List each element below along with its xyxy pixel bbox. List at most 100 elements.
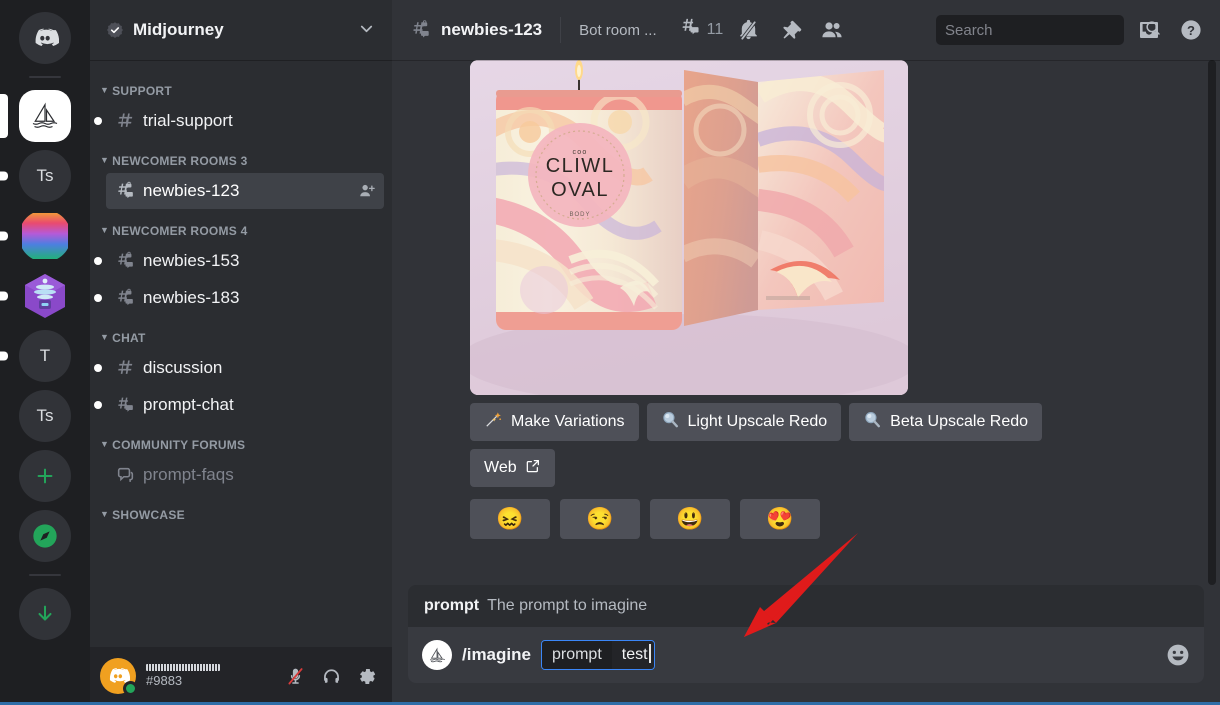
category-chat[interactable]: ▼ CHAT xyxy=(90,317,392,349)
server-rail-item-ts-1[interactable]: Ts xyxy=(0,150,90,202)
server-initials: Ts xyxy=(19,150,71,202)
reaction-emoji: 😃 xyxy=(676,506,704,531)
server-rail-item-home[interactable] xyxy=(0,12,90,64)
sidebar-channel-trial-support[interactable]: trial-support xyxy=(94,103,384,139)
reaction-emoji: 😒 xyxy=(586,506,614,531)
chevron-down-icon[interactable] xyxy=(357,19,376,41)
message-list[interactable]: coo CLIWL OVAL BODY Make Variations Ligh… xyxy=(392,60,1220,585)
command-param-value[interactable]: test xyxy=(611,641,654,669)
explore-servers-button[interactable] xyxy=(0,510,90,562)
threads-button[interactable]: 11 xyxy=(679,16,723,44)
category-newcomer-rooms-3[interactable]: ▼ NEWCOMER ROOMS 3 xyxy=(90,140,392,172)
channel-name: discussion xyxy=(143,358,223,377)
chevron-down-icon: ▼ xyxy=(100,225,110,235)
unread-dot xyxy=(94,294,102,302)
channel-topic[interactable]: Bot room ... xyxy=(579,22,657,39)
invite-member-icon[interactable] xyxy=(358,182,376,200)
param-value-text: test xyxy=(621,646,648,663)
server-rail-item-purple[interactable] xyxy=(0,270,90,322)
guild-header[interactable]: Midjourney xyxy=(90,0,392,60)
search-field[interactable] xyxy=(945,21,1144,39)
emoji-picker-button[interactable] xyxy=(1164,641,1192,669)
forum-icon xyxy=(114,464,136,486)
light-upscale-redo-button[interactable]: Light Upscale Redo xyxy=(646,403,842,441)
thread-locked-icon xyxy=(114,287,136,309)
guild-name: Midjourney xyxy=(133,20,224,39)
pin-icon[interactable] xyxy=(773,13,807,47)
category-community-forums[interactable]: ▼ COMMUNITY FORUMS xyxy=(90,424,392,456)
message-input-box[interactable]: /imagine prompt test xyxy=(408,627,1204,683)
attachment-label-line1: CLIWL xyxy=(546,155,615,177)
unread-dot xyxy=(94,401,102,409)
rail-divider xyxy=(29,76,61,78)
sidebar-channel-prompt-chat[interactable]: prompt-chat xyxy=(94,387,384,423)
sidebar-channel-newbies-153[interactable]: newbies-153 xyxy=(94,243,384,279)
reaction-heart-eyes-face[interactable]: 😍 xyxy=(740,499,820,539)
unread-indicator-pill xyxy=(0,231,8,241)
reaction-confounded-face[interactable]: 😖 xyxy=(470,499,550,539)
main-content: newbies-123 Bot room ... 11 Search ? coo… xyxy=(392,0,1220,705)
inbox-icon[interactable] xyxy=(1132,13,1166,47)
avatar[interactable] xyxy=(100,658,138,696)
topbar-channel[interactable]: newbies-123 xyxy=(410,19,542,41)
message-attachment-image[interactable]: coo CLIWL OVAL BODY xyxy=(470,60,908,395)
server-rail-item-ts-2[interactable]: Ts xyxy=(0,390,90,442)
members-icon[interactable] xyxy=(815,13,849,47)
message-reactions: 😖 😒 😃 😍 xyxy=(470,499,1204,539)
verified-badge-icon xyxy=(106,21,124,39)
sidebar-channel-newbies-183[interactable]: newbies-183 xyxy=(94,280,384,316)
composer-area: prompt The prompt to imagine /imagine pr… xyxy=(392,585,1220,705)
unread-dot xyxy=(94,117,102,125)
midjourney-bot-avatar xyxy=(422,640,452,670)
server-rail-item-gradient[interactable] xyxy=(0,210,90,262)
category-showcase[interactable]: ▼ SHOWCASE xyxy=(90,494,392,526)
button-label: Light Upscale Redo xyxy=(687,413,828,430)
category-label: CHAT xyxy=(112,331,146,345)
category-newcomer-rooms-4[interactable]: ▼ NEWCOMER ROOMS 4 xyxy=(90,210,392,242)
thread-locked-icon xyxy=(410,19,432,41)
server-rail-item-t[interactable]: T xyxy=(0,330,90,382)
reaction-emoji: 😍 xyxy=(766,506,794,531)
user-panel-controls xyxy=(278,659,384,693)
text-caret xyxy=(648,644,651,663)
server-rail-item-midjourney[interactable] xyxy=(0,90,90,142)
headphones-icon[interactable] xyxy=(314,659,348,693)
message-scrollbar-track[interactable] xyxy=(1208,60,1216,585)
download-apps-button[interactable] xyxy=(0,588,90,640)
sidebar-channel-newbies-123[interactable]: newbies-123 xyxy=(106,173,384,209)
chevron-down-icon: ▼ xyxy=(100,155,110,165)
make-variations-button[interactable]: Make Variations xyxy=(470,403,639,441)
category-support[interactable]: ▼ SUPPORT xyxy=(90,70,392,102)
sidebar-channel-discussion[interactable]: discussion xyxy=(94,350,384,386)
search-input[interactable] xyxy=(936,15,1160,45)
rail-divider-bottom xyxy=(29,574,61,576)
web-link-button[interactable]: Web xyxy=(470,449,555,487)
help-icon[interactable]: ? xyxy=(1174,13,1208,47)
status-badge xyxy=(123,681,138,696)
unread-indicator-pill xyxy=(0,171,8,181)
attachment-label-line2: OVAL xyxy=(551,179,609,201)
attachment-label-bottom: BODY xyxy=(569,212,590,218)
unread-dot xyxy=(94,257,102,265)
message-group: coo CLIWL OVAL BODY Make Variations Ligh… xyxy=(392,60,1220,539)
beta-upscale-redo-button[interactable]: Beta Upscale Redo xyxy=(849,403,1043,441)
unread-dot xyxy=(94,364,102,372)
sailboat-icon xyxy=(19,90,71,142)
reaction-grinning-face[interactable]: 😃 xyxy=(650,499,730,539)
gear-icon[interactable] xyxy=(350,659,384,693)
sidebar-channel-prompt-faqs[interactable]: prompt-faqs xyxy=(106,457,384,493)
svg-text:?: ? xyxy=(1187,23,1195,38)
topbar-divider xyxy=(560,17,562,43)
channel-list[interactable]: ▼ SUPPORT trial-support ▼ NEWCOMER ROOMS… xyxy=(90,60,392,647)
user-identity[interactable]: #9883 xyxy=(144,664,270,688)
button-label: Beta Upscale Redo xyxy=(890,413,1029,430)
hex-tower-icon xyxy=(19,270,71,322)
command-param-pill[interactable]: prompt test xyxy=(540,640,655,670)
channel-name: newbies-183 xyxy=(143,288,240,307)
reaction-unamused-face[interactable]: 😒 xyxy=(560,499,640,539)
notification-bell-muted-icon[interactable] xyxy=(731,13,765,47)
chevron-down-icon: ▼ xyxy=(100,332,110,342)
channel-topbar: newbies-123 Bot room ... 11 Search ? xyxy=(392,0,1220,60)
add-server-button[interactable] xyxy=(0,450,90,502)
microphone-muted-icon[interactable] xyxy=(278,659,312,693)
